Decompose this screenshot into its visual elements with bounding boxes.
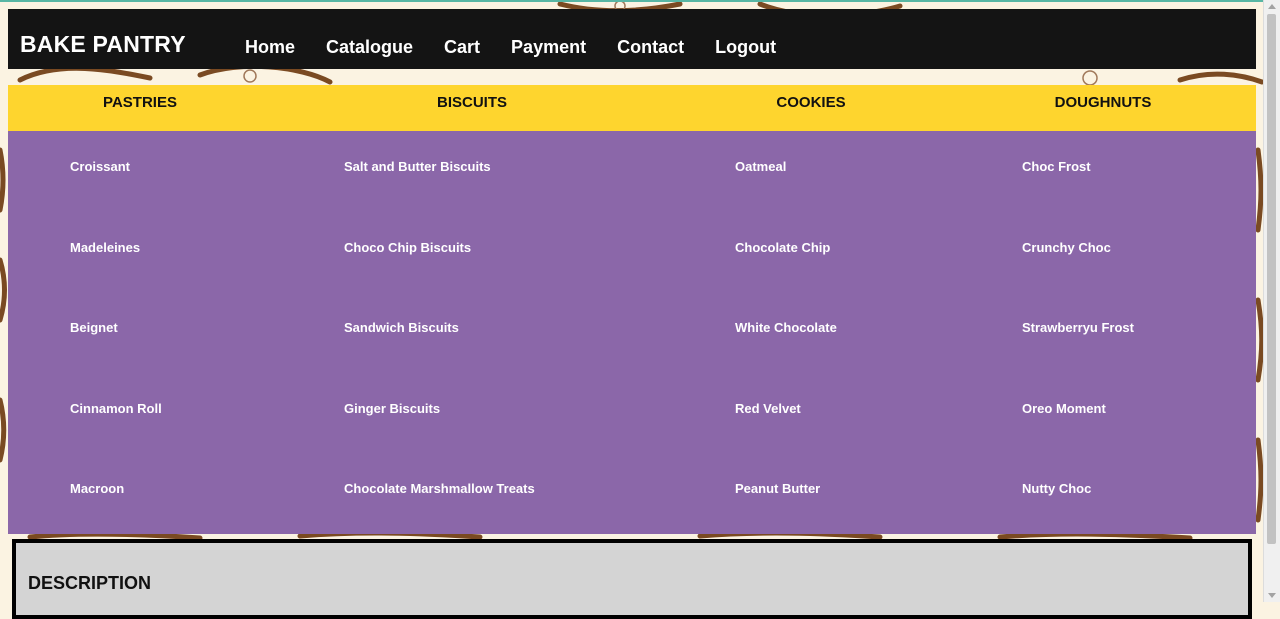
menu-item-strawberryu-frost[interactable]: Strawberryu Frost <box>1022 320 1134 335</box>
menu-item-beignet[interactable]: Beignet <box>70 320 118 335</box>
scroll-down-arrow-icon[interactable] <box>1268 593 1276 598</box>
nav-link-catalogue[interactable]: Catalogue <box>326 37 413 58</box>
menu-item-choco-chip-biscuits[interactable]: Choco Chip Biscuits <box>344 240 471 255</box>
top-accent-line <box>0 0 1264 2</box>
category-heading-cookies: COOKIES <box>776 94 846 111</box>
nav-link-cart[interactable]: Cart <box>444 37 480 58</box>
nav-link-logout[interactable]: Logout <box>715 37 776 58</box>
category-heading-pastries: PASTRIES <box>103 94 177 111</box>
description-box: DESCRIPTION <box>12 539 1252 619</box>
category-header-bar: PASTRIES BISCUITS COOKIES DOUGHNUTS <box>8 85 1256 131</box>
category-heading-biscuits: BISCUITS <box>436 94 508 111</box>
menu-item-chocolate-marshmallow-treats[interactable]: Chocolate Marshmallow Treats <box>344 481 535 496</box>
menu-item-cinnamon-roll[interactable]: Cinnamon Roll <box>70 401 162 416</box>
scroll-up-arrow-icon[interactable] <box>1268 4 1276 9</box>
nav-link-home[interactable]: Home <box>245 37 295 58</box>
nav-link-contact[interactable]: Contact <box>617 37 684 58</box>
menu-item-oatmeal[interactable]: Oatmeal <box>735 159 786 174</box>
nav-link-payment[interactable]: Payment <box>511 37 586 58</box>
menu-item-choc-frost[interactable]: Choc Frost <box>1022 159 1091 174</box>
menu-item-macroon[interactable]: Macroon <box>70 481 124 496</box>
main-nav: Home Catalogue Cart Payment Contact Logo… <box>245 37 807 58</box>
menu-item-red-velvet[interactable]: Red Velvet <box>735 401 801 416</box>
menu-item-chocolate-chip[interactable]: Chocolate Chip <box>735 240 830 255</box>
menu-item-crunchy-choc[interactable]: Crunchy Choc <box>1022 240 1111 255</box>
menu-item-croissant[interactable]: Croissant <box>70 159 130 174</box>
scrollbar-thumb[interactable] <box>1267 14 1276 544</box>
menu-item-nutty-choc[interactable]: Nutty Choc <box>1022 481 1091 496</box>
category-heading-doughnuts: DOUGHNUTS <box>1054 94 1152 111</box>
description-title: DESCRIPTION <box>28 573 152 593</box>
menu-item-madeleines[interactable]: Madeleines <box>70 240 140 255</box>
menu-item-white-chocolate[interactable]: White Chocolate <box>735 320 837 335</box>
menu-item-ginger-biscuits[interactable]: Ginger Biscuits <box>344 401 440 416</box>
top-navbar: BAKE PANTRY Home Catalogue Cart Payment … <box>8 9 1256 69</box>
page-scrollbar[interactable] <box>1263 0 1280 602</box>
menu-item-salt-and-butter-biscuits[interactable]: Salt and Butter Biscuits <box>344 159 491 174</box>
menu-item-oreo-moment[interactable]: Oreo Moment <box>1022 401 1106 416</box>
brand-logo-text: BAKE PANTRY <box>20 31 186 57</box>
menu-item-sandwich-biscuits[interactable]: Sandwich Biscuits <box>344 320 459 335</box>
menu-item-peanut-butter[interactable]: Peanut Butter <box>735 481 820 496</box>
catalogue-menu-panel: Croissant Madeleines Beignet Cinnamon Ro… <box>8 131 1256 534</box>
